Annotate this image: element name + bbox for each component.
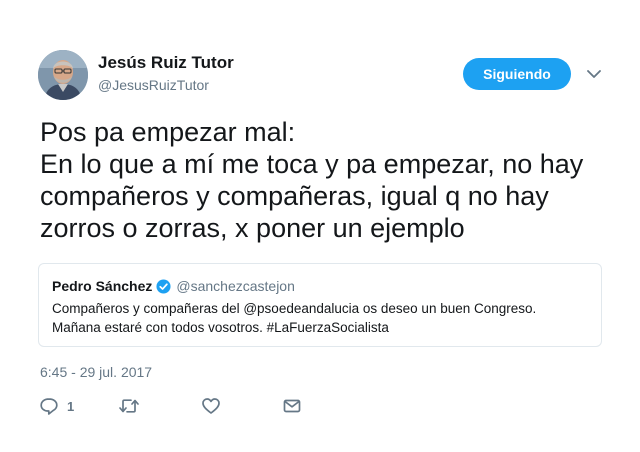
retweet-button[interactable]	[118, 394, 140, 418]
reply-icon	[39, 396, 59, 416]
avatar[interactable]	[38, 50, 88, 100]
tweet-text-line: zorros o zorras, x poner un ejemplo	[40, 213, 465, 243]
tweet-text-line: compañeros y compañeras, igual q no hay	[40, 181, 549, 211]
tweet-timestamp[interactable]: 6:45 - 29 jul. 2017	[40, 364, 152, 380]
author-handle[interactable]: @JesusRuizTutor	[98, 77, 209, 93]
quoted-tweet-text: Compañeros y compañeras del @psoedeandal…	[52, 299, 592, 337]
like-icon	[201, 396, 221, 416]
tweet-text-line: En lo que a mí me toca y pa empezar, no …	[40, 149, 584, 179]
verified-badge-icon	[156, 278, 171, 294]
quoted-author-name: Pedro Sánchez	[52, 278, 153, 294]
chevron-down-icon[interactable]	[585, 65, 603, 83]
retweet-icon	[118, 396, 140, 416]
direct-message-button[interactable]	[282, 394, 302, 418]
reply-button[interactable]: 1	[39, 394, 74, 418]
quoted-tweet[interactable]: Pedro Sánchez @sanchezcastejon Compañero…	[38, 263, 602, 347]
tweet-text: Pos pa empezar mal: En lo que a mí me to…	[40, 116, 620, 244]
quoted-author-handle: @sanchezcastejon	[176, 278, 295, 294]
direct-message-icon	[282, 396, 302, 416]
quoted-text-line: Mañana estaré con todos vosotros. #LaFue…	[52, 320, 389, 335]
tweet-card: Jesús Ruiz Tutor @JesusRuizTutor Siguien…	[0, 0, 640, 452]
tweet-text-line: Pos pa empezar mal:	[40, 117, 296, 147]
quoted-tweet-header: Pedro Sánchez @sanchezcastejon	[52, 278, 295, 294]
following-button[interactable]: Siguiendo	[463, 58, 571, 90]
reply-count: 1	[67, 398, 75, 414]
like-button[interactable]	[201, 394, 221, 418]
author-name[interactable]: Jesús Ruiz Tutor	[98, 53, 234, 73]
quoted-text-line: Compañeros y compañeras del @psoedeandal…	[52, 301, 537, 316]
